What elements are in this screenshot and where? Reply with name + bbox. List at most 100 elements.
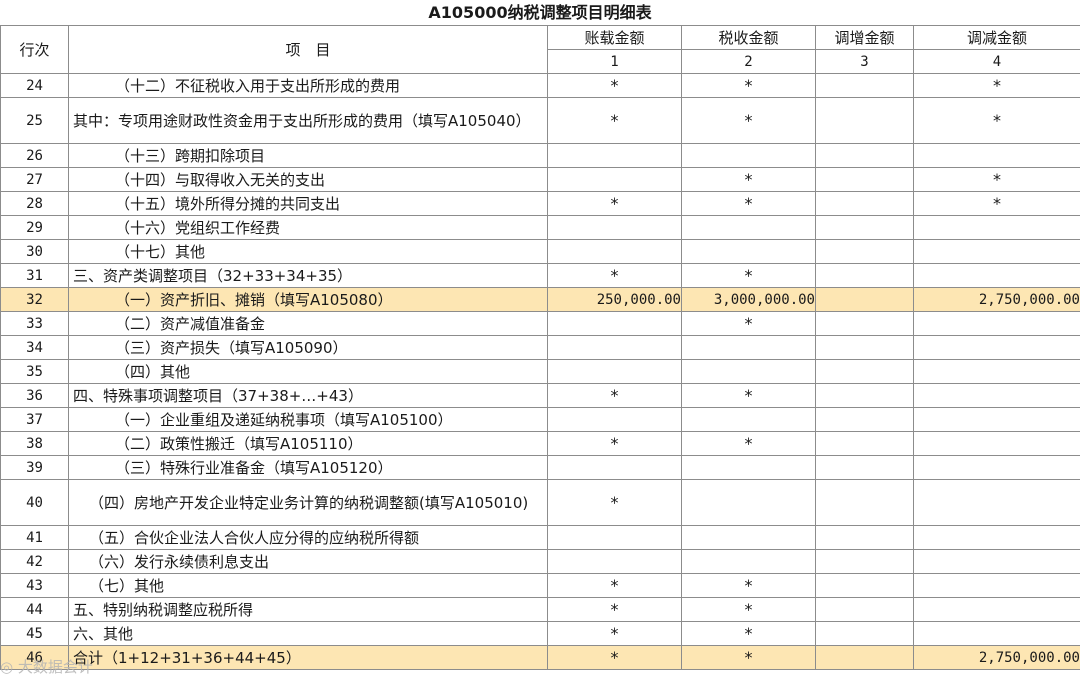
row-number[interactable]: 39 <box>0 455 69 480</box>
cell-col2[interactable]: * <box>681 621 816 646</box>
cell-col1[interactable] <box>547 407 682 432</box>
cell-col1[interactable]: * <box>547 479 682 526</box>
row-item-label[interactable]: 四、特殊事项调整项目（37+38+…+43） <box>68 383 548 408</box>
row-number[interactable]: 33 <box>0 311 69 336</box>
cell-col2[interactable]: 3,000,000.00 <box>681 287 816 312</box>
cell-col2[interactable] <box>681 359 816 384</box>
cell-col3[interactable] <box>815 549 914 574</box>
cell-col4[interactable]: * <box>913 73 1080 98</box>
row-number[interactable]: 36 <box>0 383 69 408</box>
cell-col1[interactable] <box>547 143 682 168</box>
cell-col1[interactable] <box>547 549 682 574</box>
row-number[interactable]: 40 <box>0 479 69 526</box>
cell-col3[interactable] <box>815 645 914 670</box>
cell-col3[interactable] <box>815 431 914 456</box>
cell-col2[interactable] <box>681 335 816 360</box>
cell-col2[interactable]: * <box>681 597 816 622</box>
cell-col2[interactable]: * <box>681 97 816 144</box>
cell-col2[interactable] <box>681 525 816 550</box>
cell-col2[interactable] <box>681 143 816 168</box>
cell-col1[interactable]: * <box>547 97 682 144</box>
cell-col2[interactable]: * <box>681 191 816 216</box>
row-number[interactable]: 31 <box>0 263 69 288</box>
cell-col3[interactable] <box>815 383 914 408</box>
cell-col2[interactable]: * <box>681 263 816 288</box>
cell-col4[interactable] <box>913 407 1080 432</box>
cell-col1[interactable]: * <box>547 645 682 670</box>
row-item-label[interactable]: 其中：专项用途财政性资金用于支出所形成的费用（填写A105040） <box>68 97 548 144</box>
cell-col4[interactable]: * <box>913 191 1080 216</box>
cell-col3[interactable] <box>815 597 914 622</box>
row-item-label[interactable]: （十三）跨期扣除项目 <box>68 143 548 168</box>
cell-col4[interactable] <box>913 311 1080 336</box>
cell-col3[interactable] <box>815 73 914 98</box>
cell-col3[interactable] <box>815 479 914 526</box>
cell-col2[interactable] <box>681 407 816 432</box>
cell-col3[interactable] <box>815 167 914 192</box>
cell-col4[interactable]: * <box>913 97 1080 144</box>
cell-col3[interactable] <box>815 239 914 264</box>
row-number[interactable]: 25 <box>0 97 69 144</box>
cell-col4[interactable] <box>913 479 1080 526</box>
row-item-label[interactable]: 三、资产类调整项目（32+33+34+35） <box>68 263 548 288</box>
cell-col3[interactable] <box>815 573 914 598</box>
cell-col2[interactable]: * <box>681 573 816 598</box>
cell-col4[interactable] <box>913 455 1080 480</box>
cell-col1[interactable] <box>547 311 682 336</box>
cell-col3[interactable] <box>815 455 914 480</box>
cell-col3[interactable] <box>815 407 914 432</box>
row-number[interactable]: 27 <box>0 167 69 192</box>
cell-col4[interactable] <box>913 239 1080 264</box>
row-number[interactable]: 28 <box>0 191 69 216</box>
cell-col3[interactable] <box>815 525 914 550</box>
row-number[interactable]: 43 <box>0 573 69 598</box>
cell-col4[interactable]: 2,750,000.00 <box>913 287 1080 312</box>
cell-col2[interactable]: * <box>681 167 816 192</box>
row-number[interactable]: 44 <box>0 597 69 622</box>
cell-col1[interactable]: * <box>547 573 682 598</box>
cell-col1[interactable]: * <box>547 191 682 216</box>
row-item-label[interactable]: 合计（1+12+31+36+44+45） <box>68 645 548 670</box>
cell-col2[interactable]: * <box>681 73 816 98</box>
cell-col2[interactable]: * <box>681 383 816 408</box>
row-item-label[interactable]: （十四）与取得收入无关的支出 <box>68 167 548 192</box>
cell-col2[interactable]: * <box>681 311 816 336</box>
cell-col4[interactable] <box>913 621 1080 646</box>
row-number[interactable]: 46 <box>0 645 69 670</box>
row-number[interactable]: 38 <box>0 431 69 456</box>
cell-col3[interactable] <box>815 621 914 646</box>
row-number[interactable]: 26 <box>0 143 69 168</box>
cell-col1[interactable] <box>547 359 682 384</box>
row-item-label[interactable]: （一）资产折旧、摊销（填写A105080） <box>68 287 548 312</box>
row-item-label[interactable]: 六、其他 <box>68 621 548 646</box>
cell-col1[interactable] <box>547 239 682 264</box>
cell-col4[interactable] <box>913 597 1080 622</box>
row-item-label[interactable]: （十七）其他 <box>68 239 548 264</box>
cell-col2[interactable] <box>681 239 816 264</box>
cell-col1[interactable]: * <box>547 621 682 646</box>
row-item-label[interactable]: 五、特别纳税调整应税所得 <box>68 597 548 622</box>
cell-col4[interactable]: 2,750,000.00 <box>913 645 1080 670</box>
row-number[interactable]: 37 <box>0 407 69 432</box>
cell-col3[interactable] <box>815 335 914 360</box>
row-item-label[interactable]: （六）发行永续债利息支出 <box>68 549 548 574</box>
cell-col1[interactable]: * <box>547 431 682 456</box>
cell-col1[interactable]: * <box>547 263 682 288</box>
cell-col4[interactable] <box>913 215 1080 240</box>
cell-col4[interactable]: * <box>913 167 1080 192</box>
cell-col4[interactable] <box>913 359 1080 384</box>
row-item-label[interactable]: （一）企业重组及递延纳税事项（填写A105100） <box>68 407 548 432</box>
cell-col1[interactable] <box>547 335 682 360</box>
row-number[interactable]: 32 <box>0 287 69 312</box>
cell-col2[interactable] <box>681 479 816 526</box>
row-number[interactable]: 35 <box>0 359 69 384</box>
row-number[interactable]: 29 <box>0 215 69 240</box>
cell-col4[interactable] <box>913 549 1080 574</box>
row-item-label[interactable]: （四）房地产开发企业特定业务计算的纳税调整额(填写A105010) <box>68 479 548 526</box>
cell-col4[interactable] <box>913 573 1080 598</box>
cell-col4[interactable] <box>913 335 1080 360</box>
row-item-label[interactable]: （五）合伙企业法人合伙人应分得的应纳税所得额 <box>68 525 548 550</box>
cell-col3[interactable] <box>815 143 914 168</box>
cell-col3[interactable] <box>815 311 914 336</box>
row-item-label[interactable]: （二）政策性搬迁（填写A105110） <box>68 431 548 456</box>
